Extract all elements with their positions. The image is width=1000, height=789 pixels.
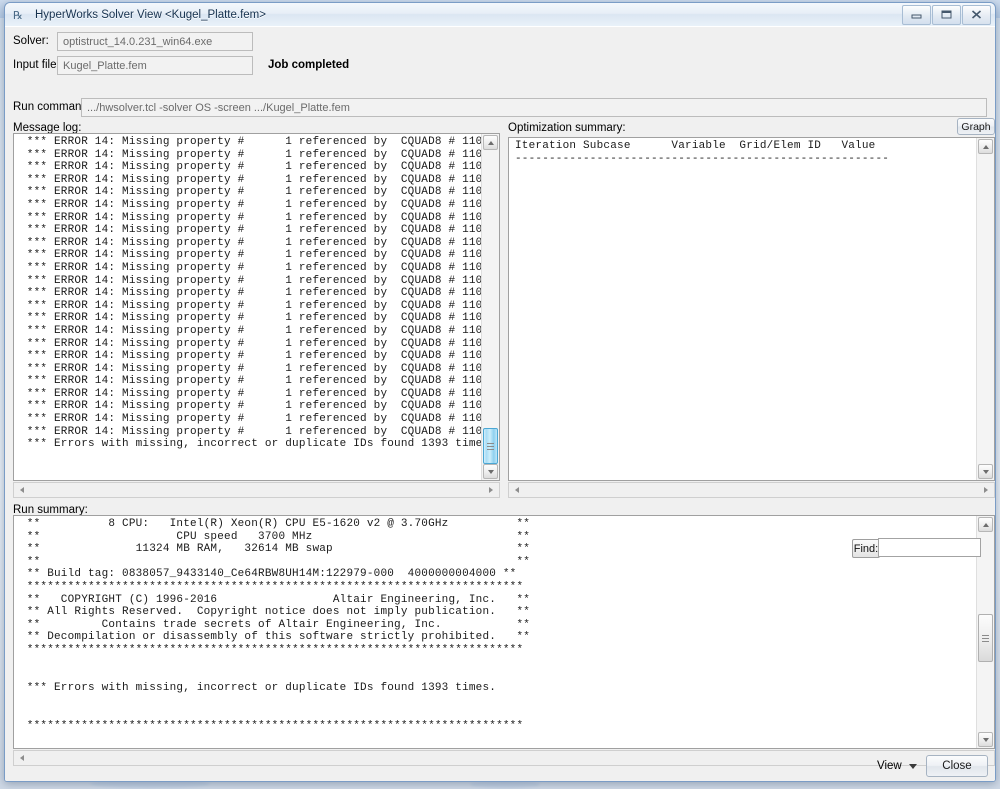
optimization-summary-scroll-left-arrow[interactable] <box>512 487 519 493</box>
solver-field[interactable]: optistruct_14.0.231_win64.exe <box>57 32 253 51</box>
window-title: HyperWorks Solver View <Kugel_Platte.fem… <box>35 8 266 21</box>
optimization-summary-text: Iteration Subcase Variable Grid/Elem ID … <box>515 140 890 165</box>
graph-button[interactable]: Graph <box>957 118 995 135</box>
solver-row: Solver: <box>13 35 49 47</box>
window-titlebar[interactable]: ℞ HyperWorks Solver View <Kugel_Platte.f… <box>5 3 995 27</box>
message-log-text: *** ERROR 14: Missing property # 1 refer… <box>26 136 482 451</box>
run-summary-scroll-left-arrow[interactable] <box>17 755 24 761</box>
run-command-field[interactable]: .../hwsolver.tcl -solver OS -screen .../… <box>81 98 987 117</box>
run-summary-text-area[interactable]: ** 8 CPU: Intel(R) Xeon(R) CPU E5-1620 v… <box>14 516 977 748</box>
message-log-scroll-left-arrow[interactable] <box>17 487 24 493</box>
chevron-down-icon <box>908 763 917 769</box>
run-summary-text: ** 8 CPU: Intel(R) Xeon(R) CPU E5-1620 v… <box>26 518 531 732</box>
optimization-summary-scroll-down-button[interactable] <box>978 464 993 479</box>
message-log-scroll-down-button[interactable] <box>483 464 498 479</box>
input-file-label: Input file: <box>13 59 60 71</box>
run-summary-thumb-grip <box>982 635 989 642</box>
message-log-scroll-up-button[interactable] <box>483 135 498 150</box>
optimization-summary-text-area[interactable]: Iteration Subcase Variable Grid/Elem ID … <box>509 138 977 480</box>
find-button[interactable]: Find: <box>852 539 880 558</box>
optimization-summary-label: Optimization summary: <box>508 122 626 134</box>
optimization-summary-horizontal-scrollbar[interactable] <box>508 482 995 498</box>
solver-label: Solver: <box>13 35 49 47</box>
message-log-horizontal-scrollbar[interactable] <box>13 482 500 498</box>
input-file-row: Input file: <box>13 59 60 71</box>
run-summary-scroll-thumb[interactable] <box>978 614 993 662</box>
run-summary-scroll-up-button[interactable] <box>978 517 993 532</box>
optimization-summary-scroll-right-arrow[interactable] <box>984 487 991 493</box>
scroll-thumb-grip <box>487 443 494 450</box>
close-button[interactable] <box>962 4 991 25</box>
message-log-scroll-right-arrow[interactable] <box>489 487 496 493</box>
message-log-pane[interactable]: *** ERROR 14: Missing property # 1 refer… <box>13 133 500 481</box>
optimization-summary-vertical-scrollbar[interactable] <box>976 138 994 480</box>
run-summary-scroll-down-button[interactable] <box>978 732 993 747</box>
input-file-field[interactable]: Kugel_Platte.fem <box>57 56 253 75</box>
window-controls <box>902 4 991 25</box>
solver-view-window: ℞ HyperWorks Solver View <Kugel_Platte.f… <box>4 2 996 782</box>
view-menu-button[interactable]: View <box>877 760 917 772</box>
hyperworks-icon: ℞ <box>13 8 29 22</box>
run-command-label: Run command: <box>13 101 91 113</box>
optimization-summary-pane[interactable]: Iteration Subcase Variable Grid/Elem ID … <box>508 137 995 481</box>
window-client-area: Solver: optistruct_14.0.231_win64.exe In… <box>5 26 995 781</box>
message-log-vertical-scrollbar[interactable] <box>481 134 499 480</box>
find-input[interactable] <box>878 538 981 557</box>
maximize-button[interactable] <box>932 4 961 25</box>
message-log-scroll-thumb[interactable] <box>483 428 498 464</box>
message-log-text-area[interactable]: *** ERROR 14: Missing property # 1 refer… <box>14 134 482 480</box>
minimize-button[interactable] <box>902 4 931 25</box>
close-dialog-button[interactable]: Close <box>926 755 988 777</box>
run-command-row: Run command: <box>13 101 91 113</box>
run-summary-horizontal-scrollbar[interactable] <box>13 750 995 766</box>
job-status-text: Job completed <box>268 59 350 71</box>
view-label: View <box>877 760 902 772</box>
optimization-summary-scroll-up-button[interactable] <box>978 139 993 154</box>
svg-text:℞: ℞ <box>13 10 23 22</box>
run-summary-pane[interactable]: ** 8 CPU: Intel(R) Xeon(R) CPU E5-1620 v… <box>13 515 995 749</box>
